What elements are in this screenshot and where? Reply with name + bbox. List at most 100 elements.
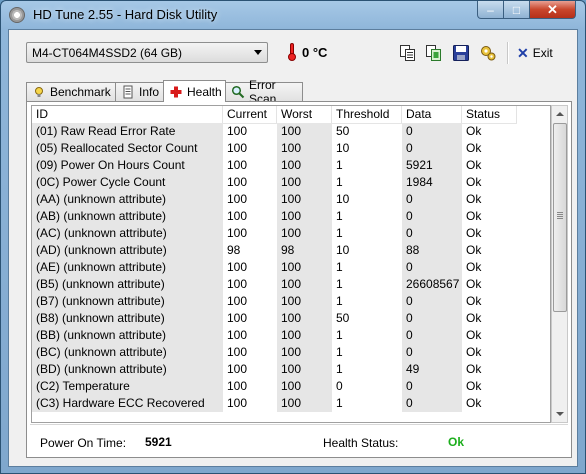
attribute-status-cell: Ok (466, 192, 482, 206)
scroll-down-icon[interactable] (552, 406, 567, 422)
table-row[interactable]: (C2) Temperature 100 100 0 0 Ok (32, 378, 550, 395)
attribute-current-cell: 100 (227, 294, 248, 308)
attribute-data-cell: 1984 (402, 174, 462, 191)
attribute-id-cell: (C2) Temperature (32, 378, 223, 395)
attribute-status-cell: Ok (466, 396, 482, 410)
table-row[interactable]: (C3) Hardware ECC Recovered 100 100 1 0 Ok (32, 395, 550, 412)
copy-screen-icon[interactable] (425, 44, 443, 62)
attribute-id-cell: (09) Power On Hours Count (32, 157, 223, 174)
table-row[interactable]: (B5) (unknown attribute) 100 100 1 26608567 O… (32, 276, 550, 293)
attribute-worst-cell: 100 (277, 140, 332, 157)
column-header-worst[interactable]: Worst (277, 106, 332, 123)
column-header-data[interactable]: Data (402, 106, 462, 123)
attribute-data-cell: 0 (402, 344, 462, 361)
maximize-button[interactable]: □ (503, 1, 530, 19)
table-row[interactable]: (BD) (unknown attribute) 100 100 1 49 Ok (32, 361, 550, 378)
column-header-current[interactable]: Current (223, 106, 277, 123)
attribute-threshold-cell: 0 (336, 379, 343, 393)
attribute-current-cell: 100 (227, 277, 248, 291)
attribute-current-cell: 100 (227, 379, 248, 393)
attribute-status-cell: Ok (466, 260, 482, 274)
row-filler (517, 123, 550, 140)
tab-info-label: Info (139, 85, 160, 99)
close-button[interactable]: ✕ (529, 1, 576, 19)
table-row[interactable]: (B7) (unknown attribute) 100 100 1 0 Ok (32, 293, 550, 310)
table-row[interactable]: (01) Raw Read Error Rate 100 100 50 0 Ok (32, 123, 550, 140)
table-row[interactable]: (05) Reallocated Sector Count 100 100 10 0 Ok (32, 140, 550, 157)
table-row[interactable]: (09) Power On Hours Count 100 100 1 5921 Ok (32, 157, 550, 174)
column-header-status[interactable]: Status (462, 106, 517, 123)
scrollbar-thumb[interactable] (553, 123, 567, 312)
attribute-id-cell: (05) Reallocated Sector Count (32, 140, 223, 157)
attribute-data-cell: 0 (402, 395, 462, 412)
attribute-data-cell: 0 (402, 208, 462, 225)
attribute-current-cell: 100 (227, 124, 248, 138)
attribute-threshold-cell: 50 (336, 311, 350, 325)
attribute-threshold-cell: 1 (336, 362, 343, 376)
attribute-status-cell: Ok (466, 345, 482, 359)
table-row[interactable]: (AC) (unknown attribute) 100 100 1 0 Ok (32, 225, 550, 242)
table-row[interactable]: (B8) (unknown attribute) 100 100 50 0 Ok (32, 310, 550, 327)
minimize-button[interactable]: – (477, 1, 504, 19)
attribute-threshold-cell: 1 (336, 260, 343, 274)
attribute-data-cell: 0 (402, 378, 462, 395)
attribute-threshold-cell: 1 (336, 158, 343, 172)
table-row[interactable]: (AA) (unknown attribute) 100 100 10 0 Ok (32, 191, 550, 208)
scroll-up-icon[interactable] (552, 106, 567, 122)
column-header-threshold[interactable]: Threshold (332, 106, 402, 123)
benchmark-icon (32, 85, 46, 99)
attribute-id-cell: (C3) Hardware ECC Recovered (32, 395, 223, 412)
row-filler (517, 208, 550, 225)
copy-info-icon[interactable] (399, 44, 417, 62)
attribute-current-cell: 100 (227, 192, 248, 206)
table-row[interactable]: (BC) (unknown attribute) 100 100 1 0 Ok (32, 344, 550, 361)
attribute-id-cell: (AA) (unknown attribute) (32, 191, 223, 208)
column-header-id[interactable]: ID (32, 106, 223, 123)
info-icon (121, 85, 135, 99)
attribute-threshold-cell: 10 (336, 141, 350, 155)
attribute-worst-cell: 100 (277, 293, 332, 310)
attribute-current-cell: 100 (227, 311, 248, 325)
attribute-data-cell: 49 (402, 361, 462, 378)
attribute-data-cell: 26608567 (402, 276, 462, 293)
attribute-current-cell: 100 (227, 260, 248, 274)
health-icon (169, 85, 183, 99)
attribute-id-cell: (01) Raw Read Error Rate (32, 123, 223, 140)
vertical-scrollbar[interactable] (551, 105, 568, 423)
row-filler (517, 395, 550, 412)
row-filler (517, 191, 550, 208)
attribute-threshold-cell: 1 (336, 345, 343, 359)
table-header: ID Current Worst Threshold Data Status (32, 106, 550, 124)
title-bar[interactable]: HD Tune 2.55 - Hard Disk Utility – □ ✕ (1, 1, 585, 29)
health-summary: Power On Time: 5921 Health Status: Ok (27, 427, 571, 457)
tab-error-scan[interactable]: Error Scan (225, 78, 303, 106)
row-filler (517, 242, 550, 259)
tab-benchmark[interactable]: Benchmark (26, 82, 116, 101)
table-row[interactable]: (AD) (unknown attribute) 98 98 10 88 Ok (32, 242, 550, 259)
attribute-status-cell: Ok (466, 328, 482, 342)
attribute-current-cell: 100 (227, 209, 248, 223)
row-filler (517, 259, 550, 276)
row-filler (517, 157, 550, 174)
exit-button[interactable]: ✕ Exit (517, 46, 553, 60)
row-filler (517, 174, 550, 191)
attribute-worst-cell: 100 (277, 208, 332, 225)
attribute-id-cell: (AB) (unknown attribute) (32, 208, 223, 225)
table-row[interactable]: (AE) (unknown attribute) 100 100 1 0 Ok (32, 259, 550, 276)
attribute-threshold-cell: 10 (336, 243, 350, 257)
attribute-worst-cell: 100 (277, 259, 332, 276)
table-row[interactable]: (AB) (unknown attribute) 100 100 1 0 Ok (32, 208, 550, 225)
tab-health[interactable]: Health (163, 80, 226, 102)
save-icon[interactable] (452, 44, 470, 62)
table-row[interactable]: (0C) Power Cycle Count 100 100 1 1984 Ok (32, 174, 550, 191)
attribute-threshold-cell: 1 (336, 175, 343, 189)
drive-dropdown[interactable]: M4-CT064M4SSD2 (64 GB) (26, 42, 268, 63)
health-panel: ID Current Worst Threshold Data Status (… (26, 101, 572, 458)
power-on-time-value: 5921 (145, 435, 172, 449)
options-icon[interactable] (479, 44, 497, 62)
tab-info[interactable]: Info (115, 82, 164, 101)
table-row[interactable]: (BB) (unknown attribute) 100 100 1 0 Ok (32, 327, 550, 344)
row-filler (517, 276, 550, 293)
smart-attributes-table[interactable]: ID Current Worst Threshold Data Status (… (31, 105, 551, 423)
attribute-data-cell: 0 (402, 191, 462, 208)
